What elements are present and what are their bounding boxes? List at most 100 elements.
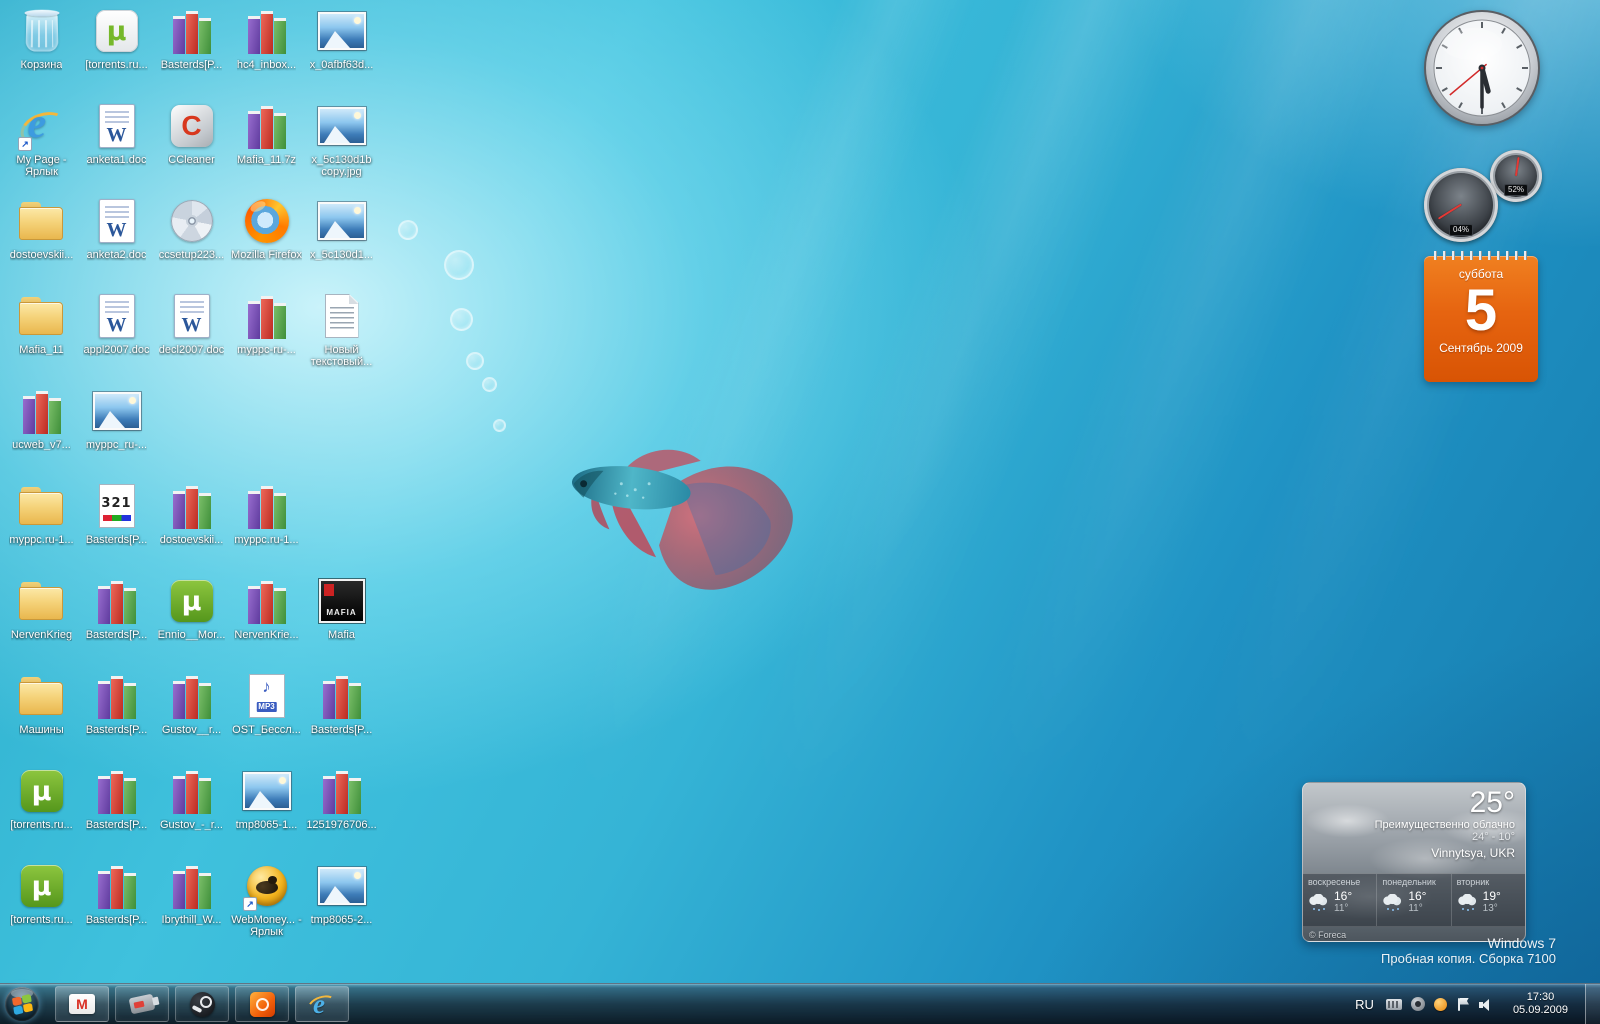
desktop-icon[interactable]: myppc_ru-... xyxy=(79,382,154,477)
mafia-image-icon xyxy=(317,578,366,624)
winrar-icon xyxy=(246,8,287,54)
desktop-icon[interactable]: Basterds[P... xyxy=(79,667,154,762)
clock-gadget[interactable] xyxy=(1422,8,1542,128)
utorrent-green-icon xyxy=(170,580,213,622)
desktop-icon[interactable]: NervenKrie... xyxy=(229,572,304,667)
forecast-day[interactable]: понедельник 16° 11° xyxy=(1377,874,1452,926)
desktop-icon[interactable]: Basterds[P... xyxy=(154,2,229,97)
winrar-icon xyxy=(321,673,362,719)
start-button[interactable] xyxy=(5,987,39,1021)
desktop-icon[interactable]: Basterds[P... xyxy=(79,572,154,667)
desktop-icon[interactable]: Машины xyxy=(4,667,79,762)
folder-icon xyxy=(18,297,65,335)
desktop-icon[interactable]: Gustov_-_r... xyxy=(154,762,229,857)
weather-forecast: воскресенье 16° 11° понедельник 16° 11° … xyxy=(1303,873,1525,927)
desktop-icon[interactable]: Gustov__r... xyxy=(154,667,229,762)
desktop-icon-label: Mafia_11.7z xyxy=(236,154,297,166)
desktop-icon[interactable]: Mafia xyxy=(304,572,379,667)
desktop-icon[interactable]: My Page - Ярлык xyxy=(4,97,79,192)
ram-gauge[interactable]: 52% xyxy=(1490,150,1542,202)
desktop-icon[interactable]: Mafia_11.7z xyxy=(229,97,304,192)
calendar-month: Сентябрь 2009 xyxy=(1439,341,1523,355)
bubble xyxy=(398,220,418,240)
taskbar-button-media-player[interactable] xyxy=(235,986,289,1022)
rain-cloud-icon xyxy=(1456,894,1477,910)
desktop-icon-label: anketa1.doc xyxy=(86,154,147,166)
desktop-icon[interactable]: myppc.ru-1... xyxy=(4,477,79,572)
forecast-day[interactable]: воскресенье 16° 11° xyxy=(1303,874,1378,926)
keyboard-icon[interactable] xyxy=(1385,998,1402,1010)
tray-date: 05.09.2009 xyxy=(1512,1004,1568,1016)
desktop-icon-label: dostoevskii... xyxy=(9,249,74,261)
volume-icon[interactable] xyxy=(1478,997,1496,1012)
desktop-icon[interactable]: WebMoney... - Ярлык xyxy=(229,857,304,952)
steam-tray-icon[interactable] xyxy=(1410,997,1425,1011)
desktop-icon[interactable]: [torrents.ru... xyxy=(4,857,79,952)
desktop-icon-label: x_0afbf63d... xyxy=(309,59,374,71)
desktop-icon[interactable]: 1251976706... xyxy=(304,762,379,857)
winrar-icon xyxy=(321,768,362,814)
weather-gadget[interactable]: 25° Преимущественно облачно 24° - 10° Vi… xyxy=(1302,782,1526,942)
forecast-high: 16° xyxy=(1334,889,1353,903)
desktop-icon[interactable]: Mafia_11 xyxy=(4,287,79,382)
steam-icon xyxy=(189,991,215,1017)
desktop-icon[interactable]: myppc.ru-1... xyxy=(229,477,304,572)
desktop-icon[interactable]: ccsetup223... xyxy=(154,192,229,287)
desktop-icon[interactable]: Mozilla Firefox xyxy=(229,192,304,287)
forecast-day[interactable]: вторник 19° 13° xyxy=(1452,874,1525,926)
ram-needle xyxy=(1515,157,1520,177)
taskbar-button-internet-explorer[interactable] xyxy=(295,986,349,1022)
desktop-icon[interactable]: Корзина xyxy=(4,2,79,97)
desktop-icon[interactable]: Новый текстовый... xyxy=(304,287,379,382)
desktop-icon[interactable]: anketa1.doc xyxy=(79,97,154,192)
desktop-icon-label: Basterds[P... xyxy=(85,629,148,641)
cpu-gauge[interactable]: 04% xyxy=(1424,168,1498,242)
update-tray-icon[interactable] xyxy=(1433,997,1447,1011)
word-icon xyxy=(173,294,210,338)
desktop-icon[interactable]: CCleaner xyxy=(154,97,229,192)
taskbar-button-mail[interactable] xyxy=(55,986,109,1022)
winrar-icon xyxy=(171,768,212,814)
desktop-icon[interactable]: Ennio__Mor... xyxy=(154,572,229,667)
desktop-icon[interactable]: dostoevskii... xyxy=(4,192,79,287)
desktop-icon[interactable]: appl2007.doc xyxy=(79,287,154,382)
desktop-icon[interactable]: Basterds[P... xyxy=(79,762,154,857)
desktop-icon[interactable]: dostoevskii... xyxy=(154,477,229,572)
winrar-icon xyxy=(246,293,287,339)
desktop-icon-label: myppc-ru-... xyxy=(237,344,296,356)
desktop-icon[interactable]: NervenKrieg xyxy=(4,572,79,667)
forecast-day-name: вторник xyxy=(1456,877,1490,887)
show-desktop-button[interactable] xyxy=(1585,984,1600,1024)
folder-icon xyxy=(18,582,65,620)
desktop-icon[interactable]: ucweb_v7... xyxy=(4,382,79,477)
taskbar-button-steam[interactable] xyxy=(175,986,229,1022)
cpu-meter-gadget[interactable]: 52% 04% xyxy=(1424,150,1546,252)
forecast-high: 19° xyxy=(1482,889,1501,903)
desktop-icon[interactable]: x_0afbf63d... xyxy=(304,2,379,97)
tray-clock[interactable]: 17:30 05.09.2009 xyxy=(1505,991,1576,1017)
desktop-icon[interactable]: x_5c130d1b copy.jpg xyxy=(304,97,379,192)
calendar-gadget[interactable]: суббота 5 Сентябрь 2009 xyxy=(1424,251,1538,382)
desktop-icon[interactable]: Ibrythill_W... xyxy=(154,857,229,952)
taskbar-button-usb-device[interactable] xyxy=(115,986,169,1022)
desktop-icon[interactable]: tmp8065-1... xyxy=(229,762,304,857)
desktop-icon[interactable]: anketa2.doc xyxy=(79,192,154,287)
desktop-icon[interactable]: x_5c130d1... xyxy=(304,192,379,287)
desktop-icon[interactable]: tmp8065-2... xyxy=(304,857,379,952)
winrar-icon xyxy=(171,863,212,909)
desktop-icon[interactable]: myppc-ru-... xyxy=(229,287,304,382)
action-center-flag-icon[interactable] xyxy=(1456,997,1470,1012)
desktop-icon[interactable]: [torrents.ru... xyxy=(79,2,154,97)
desktop-icon[interactable]: Basterds[P... xyxy=(304,667,379,762)
desktop-icon-label: [torrents.ru... xyxy=(10,914,73,926)
desktop-icon-label: Gustov__r... xyxy=(161,724,222,736)
desktop-icon[interactable]: Basterds[P... xyxy=(79,857,154,952)
desktop-icon[interactable]: hc4_inbox... xyxy=(229,2,304,97)
desktop-icon[interactable]: OST_Бессл... xyxy=(229,667,304,762)
forecast-day-name: воскресенье xyxy=(1308,877,1361,887)
desktop-icon[interactable]: [torrents.ru... xyxy=(4,762,79,857)
desktop-icon[interactable]: decl2007.doc xyxy=(154,287,229,382)
desktop-icon-label: WebMoney... - Ярлык xyxy=(231,914,302,938)
language-indicator[interactable]: RU xyxy=(1352,997,1377,1012)
desktop-icon[interactable]: Basterds[P... xyxy=(79,477,154,572)
